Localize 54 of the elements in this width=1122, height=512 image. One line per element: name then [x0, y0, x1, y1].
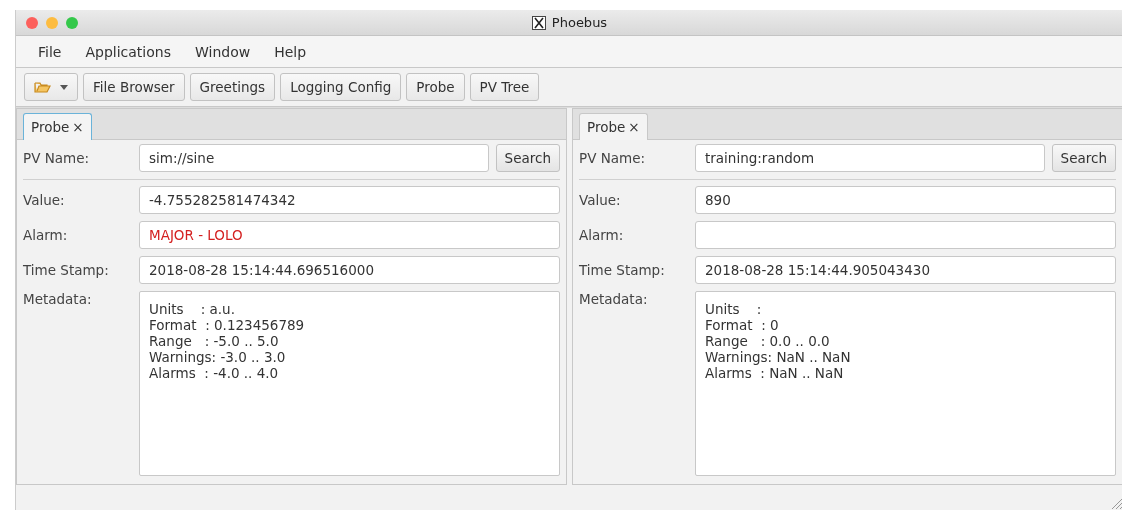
search-button[interactable]: Search	[1051, 144, 1116, 172]
probe-tab[interactable]: Probe ×	[579, 113, 648, 140]
tab-close-icon[interactable]: ×	[628, 119, 640, 135]
resize-grip-icon[interactable]	[1109, 496, 1122, 510]
toolbar-button[interactable]: File Browser	[83, 73, 185, 101]
value-field[interactable]: -4.755282581474342	[139, 186, 560, 214]
metadata-line: Range : 0.0 .. 0.0	[705, 333, 831, 349]
open-dropdown-button[interactable]	[24, 73, 78, 101]
metadata-line: Format : 0.123456789	[149, 317, 306, 333]
metadata-line: Alarms : NaN .. NaN	[705, 365, 845, 381]
field-label: Time Stamp:	[579, 262, 666, 278]
value-field[interactable]: 2018-08-28 15:14:44.696516000	[139, 256, 560, 284]
metadata-line: Format : 0	[705, 317, 780, 333]
value-field[interactable]: 2018-08-28 15:14:44.905043430	[695, 256, 1116, 284]
field-label: Alarm:	[23, 227, 69, 243]
field-label: Time Stamp:	[23, 262, 110, 278]
field-label: Alarm:	[579, 227, 625, 243]
search-button[interactable]: Search	[495, 144, 560, 172]
field-label: PV Name:	[579, 150, 647, 166]
value-field[interactable]: MAJOR - LOLO	[139, 221, 560, 249]
metadata-line: Units : a.u.	[149, 301, 236, 317]
menu-item[interactable]: Help	[264, 41, 317, 62]
caret-icon	[60, 84, 68, 90]
metadata-text-area[interactable]: Units : Format : 0 Range : 0.0 .. 0.0 Warnings: NaN .. NaN Alarms : NaN .. NaN	[695, 291, 1116, 476]
field-label: Value:	[23, 192, 66, 208]
field-label: Value:	[579, 192, 622, 208]
toolbar-button[interactable]: Logging Config	[280, 73, 402, 101]
toolbar-button[interactable]: Probe	[406, 73, 465, 101]
window-title: Phoebus	[551, 15, 608, 30]
field-label: Metadata:	[579, 291, 649, 307]
toolbar-button[interactable]: Greetings	[189, 73, 276, 101]
value-field[interactable]: 890	[695, 186, 1116, 214]
value-field[interactable]	[695, 221, 1116, 249]
metadata-line: Range : -5.0 .. 5.0	[149, 333, 280, 349]
x-window-icon	[531, 15, 546, 30]
probe-tab[interactable]: Probe ×	[23, 113, 92, 140]
minimize-button[interactable]	[46, 16, 58, 29]
tab-close-icon[interactable]: ×	[72, 119, 84, 135]
field-label: PV Name:	[23, 150, 91, 166]
pv-name-field[interactable]: sim://sine	[139, 144, 489, 172]
metadata-line: Warnings: NaN .. NaN	[705, 349, 852, 365]
metadata-text-area[interactable]: Units : a.u. Format : 0.123456789 Range : -5.0 .. 5.0 Warnings: -3.0 .. 3.0 Alarms : -4.0 .. 4.0	[139, 291, 560, 476]
metadata-line: Alarms : -4.0 .. 4.0	[149, 365, 280, 381]
folder-icon	[34, 80, 52, 94]
zoom-button[interactable]	[66, 16, 78, 29]
pv-name-field[interactable]: training:random	[695, 144, 1045, 172]
close-button[interactable]	[26, 16, 38, 29]
menu-item[interactable]: File	[28, 41, 72, 62]
menu-item[interactable]: Window	[184, 41, 261, 62]
toolbar-button[interactable]: PV Tree	[469, 73, 540, 101]
metadata-line: Warnings: -3.0 .. 3.0	[149, 349, 287, 365]
metadata-line: Units :	[705, 301, 763, 317]
field-label: Metadata:	[23, 291, 93, 307]
menu-item[interactable]: Applications	[75, 41, 181, 62]
